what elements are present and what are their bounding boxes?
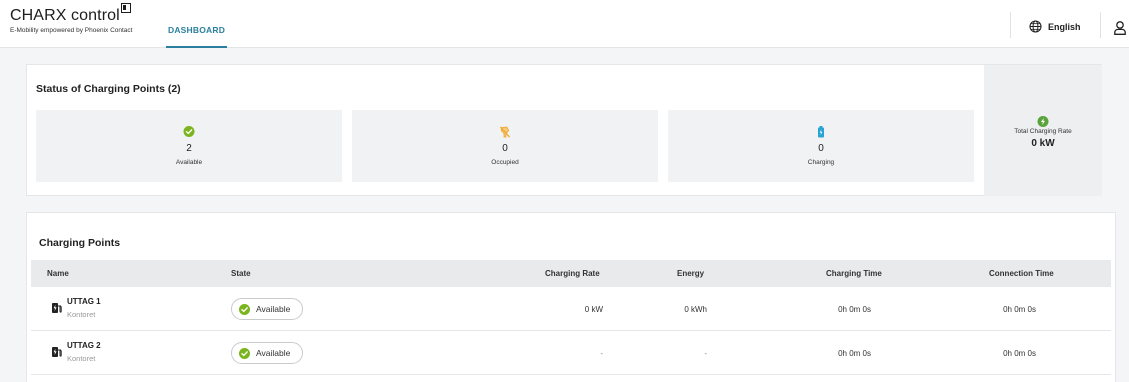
- energy-value: 0 kWh: [684, 305, 707, 314]
- battery-icon: [818, 126, 824, 138]
- charging-points-title: Charging Points: [39, 237, 121, 249]
- charging-point-location: Kontoret: [67, 354, 96, 363]
- connection-time-value: 0h 0m 0s: [1003, 349, 1036, 358]
- header-divider: [1100, 12, 1101, 38]
- occupied-count: 0: [502, 143, 508, 154]
- charging-station-icon: [52, 303, 62, 313]
- table-row[interactable]: UTTAG 2 Kontoret Available - - 0h 0m 0s …: [31, 332, 1111, 375]
- charging-station-icon: [52, 347, 62, 357]
- charging-time-value: 0h 0m 0s: [838, 349, 871, 358]
- tab-dashboard[interactable]: DASHBOARD: [156, 0, 237, 48]
- status-tile-charging: 0 Charging: [668, 110, 974, 182]
- charging-count: 0: [818, 143, 824, 154]
- table-row[interactable]: UTTAG 1 Kontoret Available 0 kW 0 kWh 0h…: [31, 288, 1111, 331]
- brand-subtitle: E-Mobility empowered by Phoenix Contact: [10, 27, 133, 34]
- header-divider: [1010, 12, 1011, 38]
- brand-mark-icon: [120, 3, 131, 13]
- charging-time-value: 0h 0m 0s: [838, 305, 871, 314]
- bolt-circle-icon: [1037, 116, 1049, 127]
- column-header-charging-rate[interactable]: Charging Rate: [545, 260, 600, 287]
- charging-points-card: Charging Points Name State Charging Rate…: [26, 212, 1116, 382]
- available-count: 2: [186, 143, 192, 154]
- energy-value: -: [704, 349, 707, 358]
- table-header: Name State Charging Rate Energy Charging…: [31, 260, 1111, 287]
- user-icon[interactable]: [1114, 21, 1126, 35]
- charging-label: Charging: [807, 159, 835, 166]
- total-charging-rate-value: 0 kW: [1031, 138, 1055, 149]
- state-label: Available: [256, 304, 291, 314]
- state-badge[interactable]: Available: [231, 298, 303, 320]
- column-header-charging-time[interactable]: Charging Time: [826, 260, 882, 287]
- status-title: Status of Charging Points (2): [36, 83, 181, 95]
- top-bar: CHARX control E-Mobility empowered by Ph…: [0, 0, 1129, 48]
- status-tile-available: 2 Available: [36, 110, 342, 182]
- state-badge[interactable]: Available: [231, 342, 303, 364]
- state-label: Available: [256, 348, 291, 358]
- brand-title: CHARX control: [10, 7, 120, 24]
- globe-icon: [1029, 20, 1042, 33]
- column-header-state[interactable]: State: [231, 260, 251, 287]
- occupied-label: Occupied: [491, 159, 519, 166]
- status-card: Status of Charging Points (2) 2 Availabl…: [26, 64, 1102, 196]
- check-circle-icon: [183, 126, 195, 137]
- check-circle-icon: [239, 347, 250, 359]
- column-header-energy[interactable]: Energy: [677, 260, 704, 287]
- brand-logo[interactable]: CHARX control E-Mobility empowered by Ph…: [10, 3, 133, 34]
- column-header-name[interactable]: Name: [47, 260, 69, 287]
- charging-rate-value: -: [600, 349, 603, 358]
- charging-point-location: Kontoret: [67, 310, 96, 319]
- connection-time-value: 0h 0m 0s: [1003, 305, 1036, 314]
- total-charging-rate-panel: Total Charging Rate 0 kW: [984, 65, 1102, 196]
- available-label: Available: [175, 159, 203, 166]
- unplugged-icon: [499, 126, 511, 138]
- status-tile-occupied: 0 Occupied: [352, 110, 658, 182]
- charging-rate-value: 0 kW: [584, 305, 603, 314]
- charging-point-name: UTTAG 2: [67, 341, 101, 350]
- total-charging-rate-label: Total Charging Rate: [1014, 128, 1072, 135]
- check-circle-icon: [239, 303, 250, 315]
- language-label: English: [1048, 21, 1081, 32]
- language-selector[interactable]: English: [1029, 20, 1081, 33]
- column-header-connection-time[interactable]: Connection Time: [989, 260, 1054, 287]
- charging-point-name: UTTAG 1: [67, 297, 101, 306]
